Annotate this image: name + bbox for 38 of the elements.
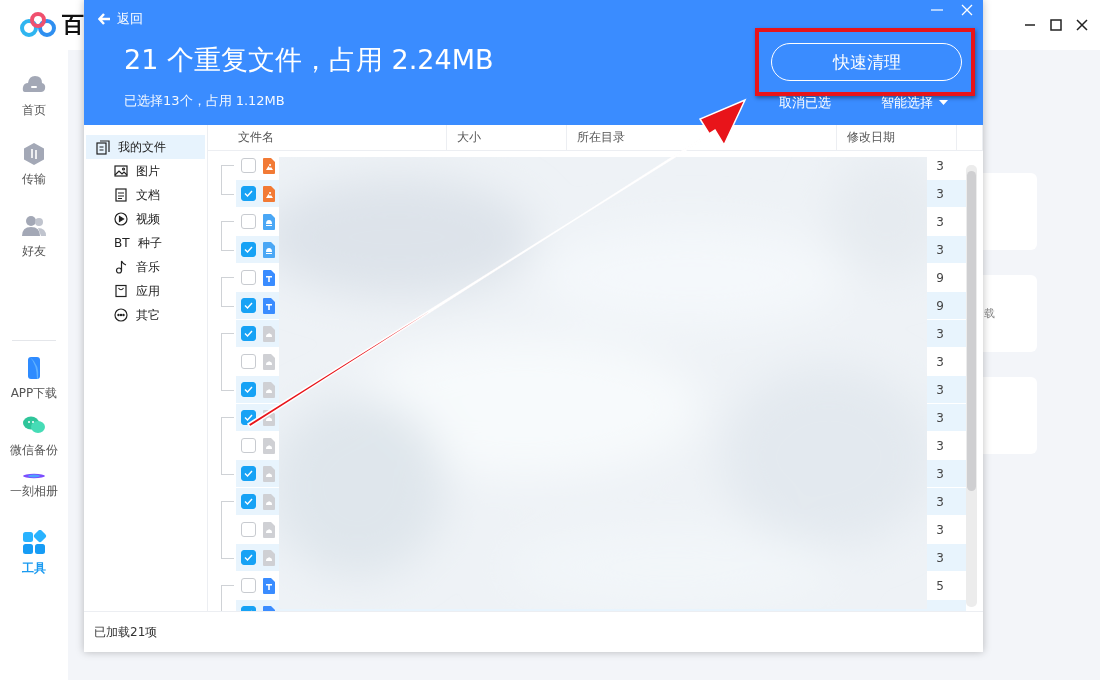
dialog-title: 21 个重复文件，占用 2.24MB: [124, 43, 494, 77]
date-cell: 3: [936, 382, 944, 397]
date-cell: 3: [936, 494, 944, 509]
date-cell: 3: [936, 214, 944, 229]
date-cell: 3: [936, 354, 944, 369]
card-text: 载: [984, 306, 995, 321]
date-cell: 3: [936, 438, 944, 453]
column-header[interactable]: 修改日期: [837, 125, 957, 150]
sidebar-item[interactable]: 图片: [86, 159, 205, 183]
nav-item[interactable]: APP下载: [10, 355, 58, 402]
date-cell: 9: [936, 298, 944, 313]
app-logo-text: 百: [62, 11, 84, 39]
column-header[interactable]: 文件名: [208, 125, 447, 150]
column-header[interactable]: 大小: [447, 125, 567, 150]
nav-item[interactable]: 好友: [21, 213, 47, 260]
sidebar-item[interactable]: 我的文件: [86, 135, 205, 159]
date-cell: 5: [936, 578, 944, 593]
sidebar-item[interactable]: 其它: [86, 303, 205, 327]
date-cell: 3: [936, 242, 944, 257]
selection-summary: 已选择13个，占用 1.12MB: [124, 92, 285, 110]
date-cell: 3: [936, 186, 944, 201]
date-cell: 3: [936, 158, 944, 173]
sidebar-item[interactable]: 视频: [86, 207, 205, 231]
status-text: 已加载21项: [84, 611, 983, 652]
sidebar-item[interactable]: BT 种子: [86, 231, 205, 255]
sidebar-item[interactable]: 文档: [86, 183, 205, 207]
date-cell: 3: [936, 550, 944, 565]
date-cell: 3: [936, 522, 944, 537]
sidebar-item[interactable]: 音乐: [86, 255, 205, 279]
nav-item[interactable]: 传输: [21, 141, 47, 188]
sidebar-item[interactable]: 应用: [86, 279, 205, 303]
nav-item[interactable]: 首页: [21, 72, 47, 119]
date-cell: 3: [936, 410, 944, 425]
date-cell: 9: [936, 270, 944, 285]
nav-item[interactable]: 一刻相册: [10, 473, 58, 500]
date-cell: 3: [936, 326, 944, 341]
date-cell: 3: [936, 466, 944, 481]
nav-item[interactable]: 微信备份: [10, 412, 58, 459]
